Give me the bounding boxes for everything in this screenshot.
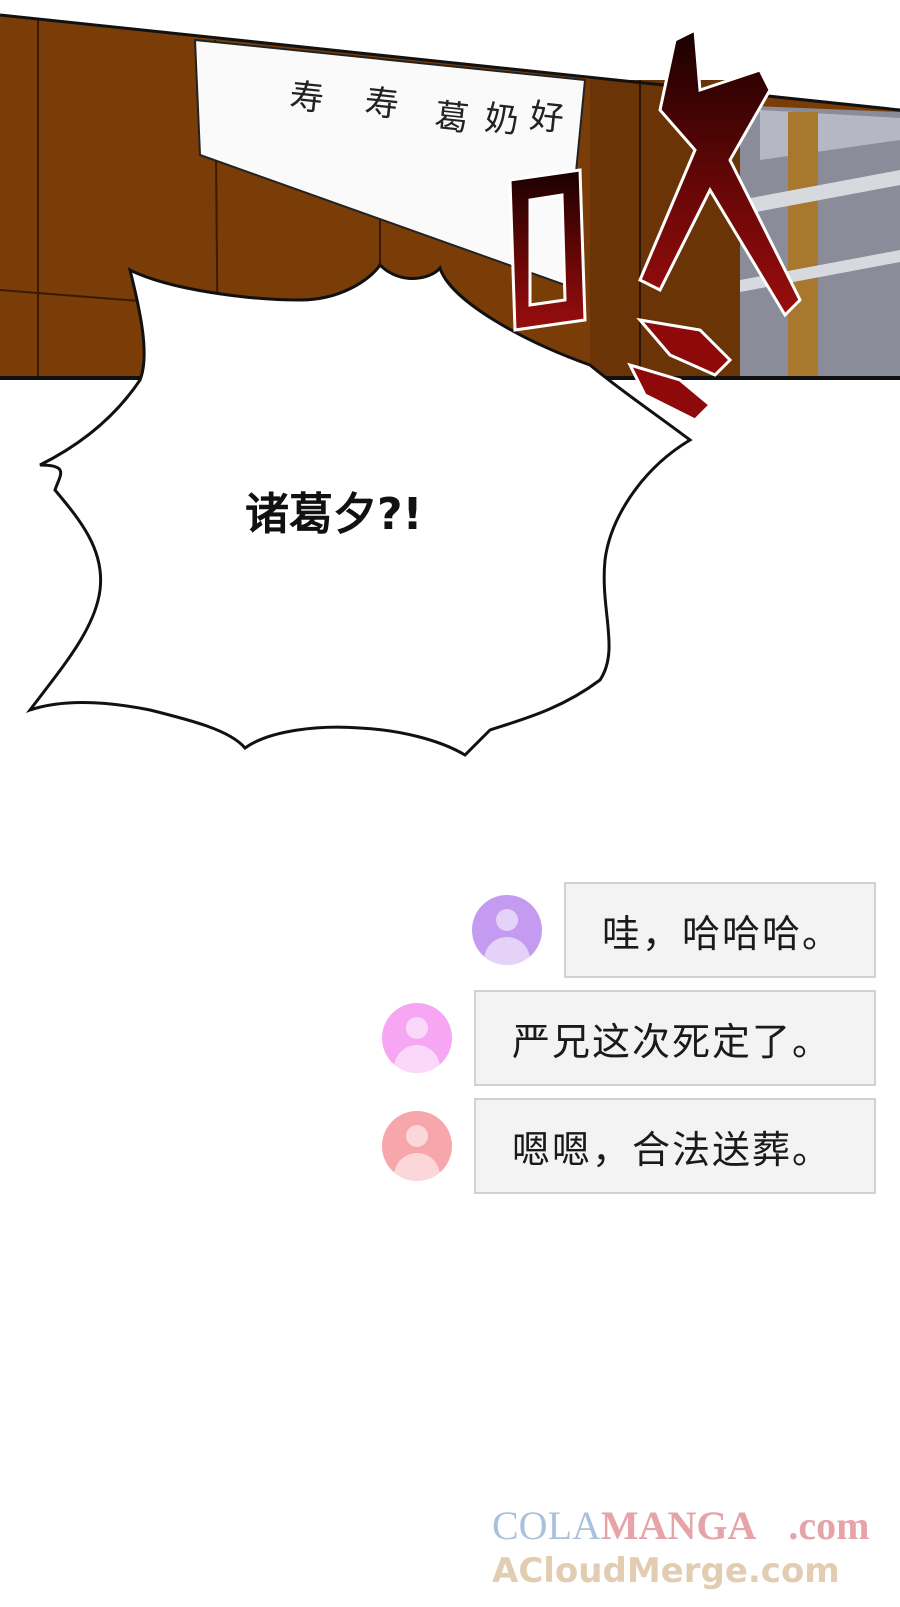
scroll-mark-2: 寿 xyxy=(362,82,401,126)
chat-message-row: 哇，哈哈哈。 xyxy=(472,882,876,978)
watermark-line-1: COLAMANGA .com xyxy=(492,1500,870,1552)
watermark-line-2: ACloudMerge.com xyxy=(492,1551,840,1591)
sound-effect: 咚 xyxy=(500,27,830,430)
scroll-mark-1: 寿 xyxy=(287,76,326,120)
sfx-glyph-art xyxy=(508,27,802,422)
watermark-manga: MANGA xyxy=(600,1503,757,1548)
watermark-dotcom: .com xyxy=(788,1503,870,1548)
scroll-mark-3: 葛 xyxy=(432,96,471,140)
watermark: COLAMANGA .com ACloudMerge.com xyxy=(492,1500,892,1600)
chat-message: 嗯嗯，合法送葬。 xyxy=(474,1098,876,1194)
chat-message-row: 严兄这次死定了。 xyxy=(382,990,876,1086)
avatar xyxy=(382,1111,452,1181)
avatar-body xyxy=(394,1045,440,1073)
chat-message: 哇，哈哈哈。 xyxy=(564,882,876,978)
avatar xyxy=(472,895,542,965)
chat-message-row: 嗯嗯，合法送葬。 xyxy=(382,1098,876,1194)
avatar-head xyxy=(406,1125,428,1147)
avatar xyxy=(382,1003,452,1073)
chat-message: 严兄这次死定了。 xyxy=(474,990,876,1086)
avatar-head xyxy=(406,1017,428,1039)
avatar-head xyxy=(496,909,518,931)
bubble-text: 诸葛夕?! xyxy=(245,489,423,540)
watermark-cola: COLA xyxy=(492,1503,601,1548)
avatar-body xyxy=(484,937,530,965)
avatar-body xyxy=(394,1153,440,1181)
